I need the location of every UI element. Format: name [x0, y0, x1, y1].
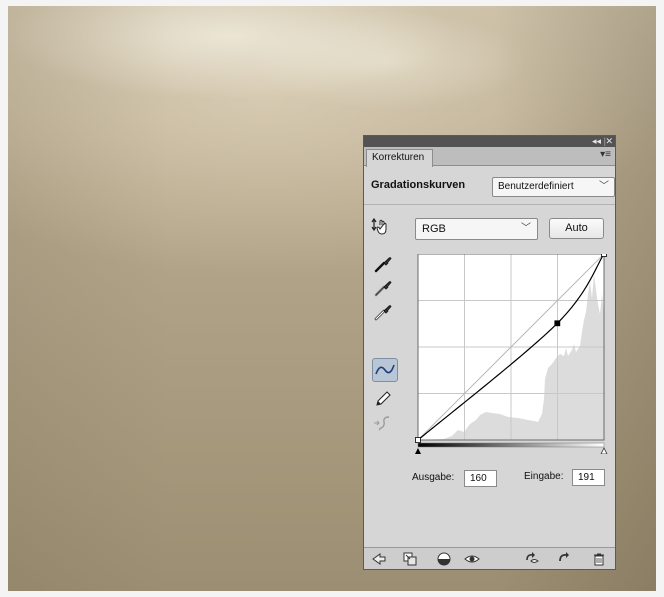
gray-point-eyedropper-icon[interactable] [372, 277, 394, 299]
on-image-adjust-icon[interactable] [370, 216, 392, 238]
chevron-down-icon: ﹀ [521, 223, 531, 234]
curve-control-point[interactable] [601, 251, 607, 257]
channel-select[interactable]: RGB ﹀ [415, 218, 538, 240]
previous-state-icon[interactable] [524, 551, 540, 567]
back-arrow-icon[interactable] [371, 551, 387, 567]
collapse-icon[interactable]: ◂◂ [592, 135, 601, 147]
preset-select[interactable]: Benutzerdefiniert ﹀ [492, 177, 615, 197]
reset-icon[interactable] [556, 551, 572, 567]
adjustment-title: Gradationskurven [371, 179, 466, 191]
output-label: Ausgabe: [412, 472, 455, 483]
clip-layer-icon[interactable] [436, 551, 452, 567]
tab-korrekturen[interactable]: Korrekturen [366, 149, 434, 167]
output-field[interactable]: 160 [464, 470, 497, 487]
smooth-curve-icon[interactable] [372, 412, 394, 434]
preset-value: Benutzerdefiniert [498, 181, 574, 192]
expand-view-icon[interactable] [402, 551, 418, 567]
chevron-down-icon: ﹀ [599, 181, 609, 192]
input-label: Eingabe: [524, 471, 564, 482]
panel-titlebar[interactable]: ◂◂ | ✕ [364, 136, 615, 147]
visibility-eye-icon[interactable] [464, 551, 480, 567]
close-icon[interactable]: ✕ [605, 135, 613, 147]
curve-control-point[interactable] [415, 437, 421, 443]
adjustment-header: Gradationskurven Benutzerdefiniert ﹀ [369, 177, 615, 199]
black-point-eyedropper-icon[interactable] [372, 253, 394, 275]
header-divider [364, 204, 615, 205]
input-gradient-bar [417, 442, 605, 448]
tab-row: Korrekturen ▾≡ [364, 147, 615, 167]
white-point-eyedropper-icon[interactable] [372, 301, 394, 323]
panel-menu-icon[interactable]: ▾≡ [600, 149, 611, 160]
curve-graph[interactable] [414, 251, 608, 455]
curve-control-point[interactable] [554, 320, 561, 327]
curve-editor[interactable] [414, 251, 608, 455]
channel-value: RGB [422, 223, 446, 235]
pencil-icon[interactable] [372, 388, 394, 410]
delete-icon[interactable] [591, 551, 607, 567]
adjustments-panel: ◂◂ | ✕ Korrekturen ▾≡ Gradationskurven B… [363, 135, 616, 570]
input-field[interactable]: 191 [572, 469, 605, 486]
tab-label: Korrekturen [372, 152, 425, 163]
auto-button[interactable]: Auto [549, 218, 604, 239]
panel-bottom-bar [364, 547, 615, 569]
curve-points-icon[interactable] [372, 358, 398, 382]
